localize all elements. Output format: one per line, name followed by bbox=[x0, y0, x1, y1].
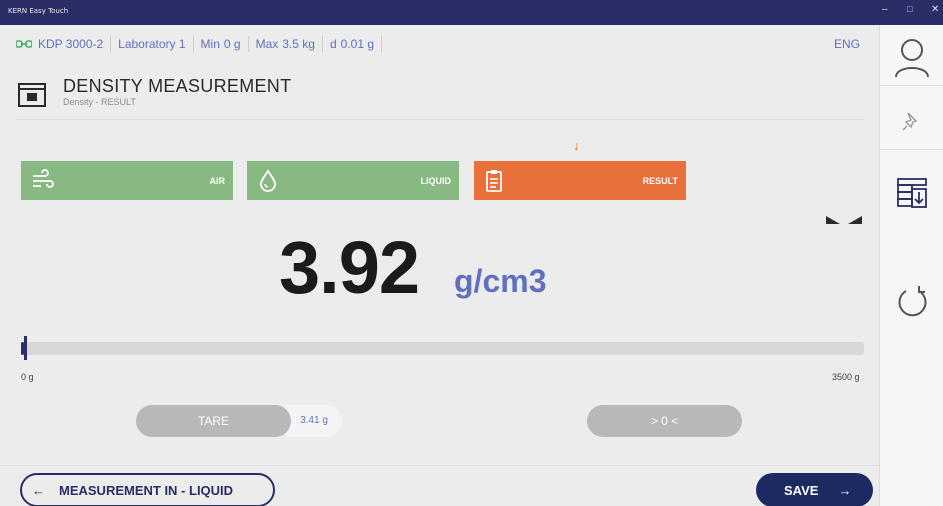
back-button[interactable]: ← MEASUREMENT IN - LIQUID bbox=[20, 473, 275, 506]
divider bbox=[16, 119, 864, 120]
back-button-label: MEASUREMENT IN - LIQUID bbox=[59, 482, 234, 498]
refresh-button[interactable] bbox=[880, 285, 943, 319]
step-air[interactable]: AIR bbox=[21, 161, 233, 200]
save-button-label: SAVE bbox=[784, 482, 819, 498]
footer-divider bbox=[0, 465, 879, 466]
page-subtitle: Density - RESULT bbox=[63, 97, 136, 107]
arrow-left-icon: ← bbox=[32, 482, 45, 498]
device-info-bar: KDP 3000-2 Laboratory 1 Min 0 g Max 3.5 … bbox=[16, 35, 389, 53]
density-mode-icon bbox=[18, 83, 46, 107]
tare-button[interactable]: TARE bbox=[136, 405, 291, 437]
right-sidebar bbox=[879, 25, 943, 506]
language-selector[interactable]: ENG bbox=[834, 37, 860, 51]
user-icon bbox=[895, 39, 929, 78]
step-result[interactable]: RESULT bbox=[474, 161, 686, 200]
maximize-icon[interactable]: □ bbox=[907, 4, 912, 14]
device-model: KDP 3000-2 bbox=[38, 37, 104, 51]
zero-button[interactable]: > 0 < bbox=[587, 405, 742, 437]
pin-icon bbox=[902, 112, 918, 131]
device-location: Laboratory 1 bbox=[118, 37, 186, 51]
min-value: 0 g bbox=[223, 37, 241, 51]
user-button[interactable] bbox=[880, 37, 943, 79]
arrow-right-icon: → bbox=[838, 482, 852, 498]
capacity-bar bbox=[21, 342, 864, 355]
step-air-label: AIR bbox=[209, 176, 226, 186]
density-unit: g/cm3 bbox=[454, 263, 547, 299]
capacity-min-label: 0 g bbox=[21, 372, 34, 382]
d-value: 0.01 g bbox=[340, 37, 375, 51]
title-bar: KERN Easy Touch – □ ✕ bbox=[0, 0, 943, 25]
page-title: DENSITY MEASUREMENT bbox=[63, 76, 292, 96]
current-step-arrow-icon: ↓ bbox=[573, 138, 580, 153]
data-export-button[interactable] bbox=[880, 177, 943, 211]
minimize-icon[interactable]: – bbox=[882, 4, 888, 15]
tare-value: 3.41 g bbox=[286, 405, 342, 437]
air-flow-icon bbox=[33, 169, 54, 188]
close-icon[interactable]: ✕ bbox=[931, 4, 939, 15]
app-title: KERN Easy Touch bbox=[8, 7, 69, 15]
liquid-drop-icon bbox=[260, 169, 276, 192]
sidebar-divider bbox=[880, 149, 943, 150]
max-label: Max bbox=[255, 37, 279, 51]
clipboard-icon bbox=[486, 170, 502, 192]
pin-button[interactable] bbox=[880, 109, 943, 133]
density-value: 3.92 bbox=[279, 226, 420, 309]
tare-control: 3.41 g TARE bbox=[136, 405, 342, 437]
step-liquid[interactable]: LIQUID bbox=[247, 161, 459, 200]
balance-link-icon bbox=[16, 40, 32, 48]
sidebar-divider bbox=[880, 85, 943, 86]
save-button[interactable]: SAVE → bbox=[756, 473, 873, 506]
stability-indicator-icon bbox=[826, 216, 862, 224]
capacity-max-label: 3500 g bbox=[832, 372, 860, 382]
step-liquid-label: LIQUID bbox=[420, 176, 452, 186]
refresh-icon bbox=[898, 286, 927, 317]
max-value: 3.5 kg bbox=[282, 37, 315, 51]
step-result-label: RESULT bbox=[642, 176, 678, 186]
min-label: Min bbox=[200, 37, 220, 51]
d-label: d bbox=[329, 37, 337, 51]
data-export-icon bbox=[897, 178, 927, 208]
main-panel: KDP 3000-2 Laboratory 1 Min 0 g Max 3.5 … bbox=[0, 25, 879, 506]
capacity-marker bbox=[24, 336, 27, 360]
